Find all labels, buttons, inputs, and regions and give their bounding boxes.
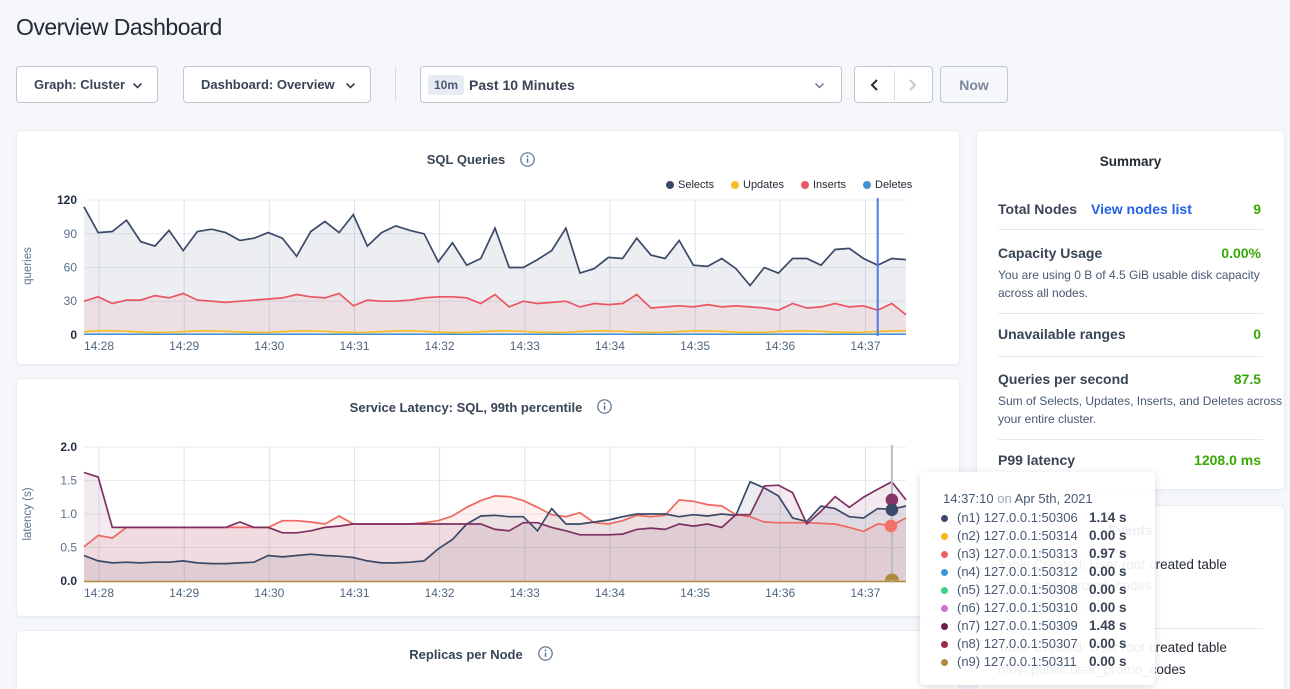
svg-text:2.0: 2.0 — [60, 440, 77, 454]
svg-text:90: 90 — [64, 227, 78, 241]
svg-text:60: 60 — [64, 261, 78, 275]
svg-text:latency (s): latency (s) — [22, 487, 34, 540]
svg-text:14:33: 14:33 — [510, 339, 540, 353]
svg-text:14:29: 14:29 — [169, 586, 199, 600]
svg-text:14:30: 14:30 — [254, 339, 284, 353]
svg-text:14:29: 14:29 — [169, 339, 199, 353]
svg-text:14:37: 14:37 — [850, 586, 880, 600]
svg-text:1.0: 1.0 — [60, 507, 77, 521]
svg-text:0: 0 — [70, 328, 77, 342]
svg-text:queries: queries — [22, 247, 34, 285]
svg-text:14:34: 14:34 — [595, 586, 625, 600]
svg-text:14:35: 14:35 — [680, 339, 710, 353]
svg-text:120: 120 — [57, 193, 77, 207]
svg-text:14:36: 14:36 — [765, 339, 795, 353]
svg-text:14:31: 14:31 — [339, 339, 369, 353]
svg-text:14:35: 14:35 — [680, 586, 710, 600]
svg-text:14:30: 14:30 — [254, 586, 284, 600]
svg-text:14:31: 14:31 — [339, 586, 369, 600]
svg-text:14:36: 14:36 — [765, 586, 795, 600]
svg-text:14:34: 14:34 — [595, 339, 625, 353]
svg-text:14:32: 14:32 — [425, 586, 455, 600]
svg-text:30: 30 — [64, 294, 78, 308]
svg-text:14:33: 14:33 — [510, 586, 540, 600]
svg-text:0.5: 0.5 — [60, 541, 77, 555]
svg-text:14:28: 14:28 — [84, 586, 114, 600]
svg-text:1.5: 1.5 — [60, 474, 77, 488]
svg-text:14:37: 14:37 — [850, 339, 880, 353]
svg-text:14:28: 14:28 — [84, 339, 114, 353]
svg-text:14:32: 14:32 — [425, 339, 455, 353]
svg-text:0.0: 0.0 — [60, 574, 77, 588]
